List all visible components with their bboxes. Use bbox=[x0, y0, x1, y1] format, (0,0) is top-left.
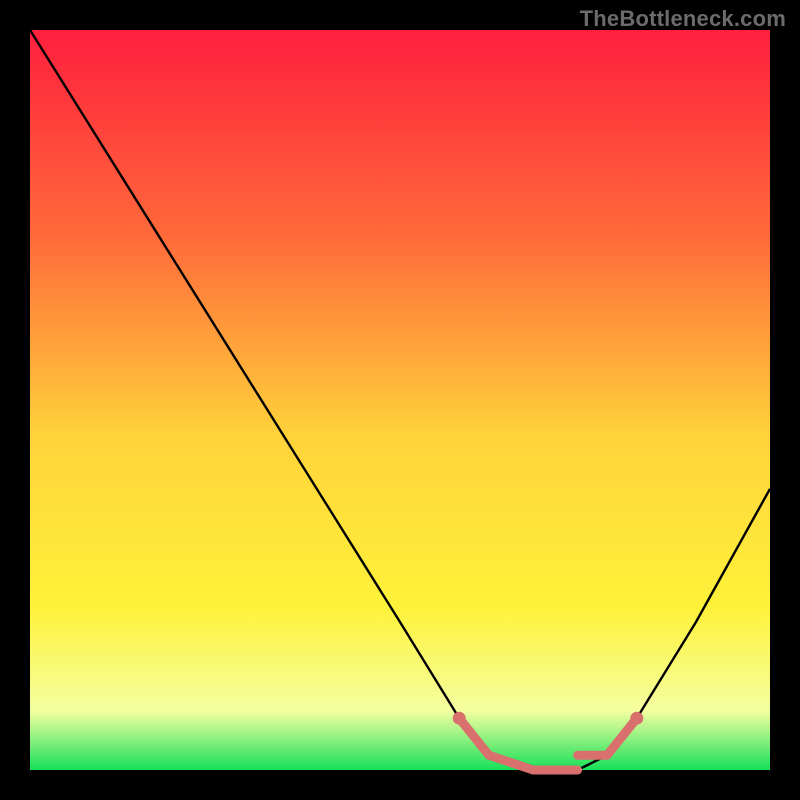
chart-svg bbox=[0, 0, 800, 800]
watermark-text: TheBottleneck.com bbox=[580, 6, 786, 32]
highlight-point bbox=[630, 712, 643, 725]
chart-container: TheBottleneck.com bbox=[0, 0, 800, 800]
plot-area bbox=[30, 30, 770, 770]
highlight-point bbox=[453, 712, 466, 725]
